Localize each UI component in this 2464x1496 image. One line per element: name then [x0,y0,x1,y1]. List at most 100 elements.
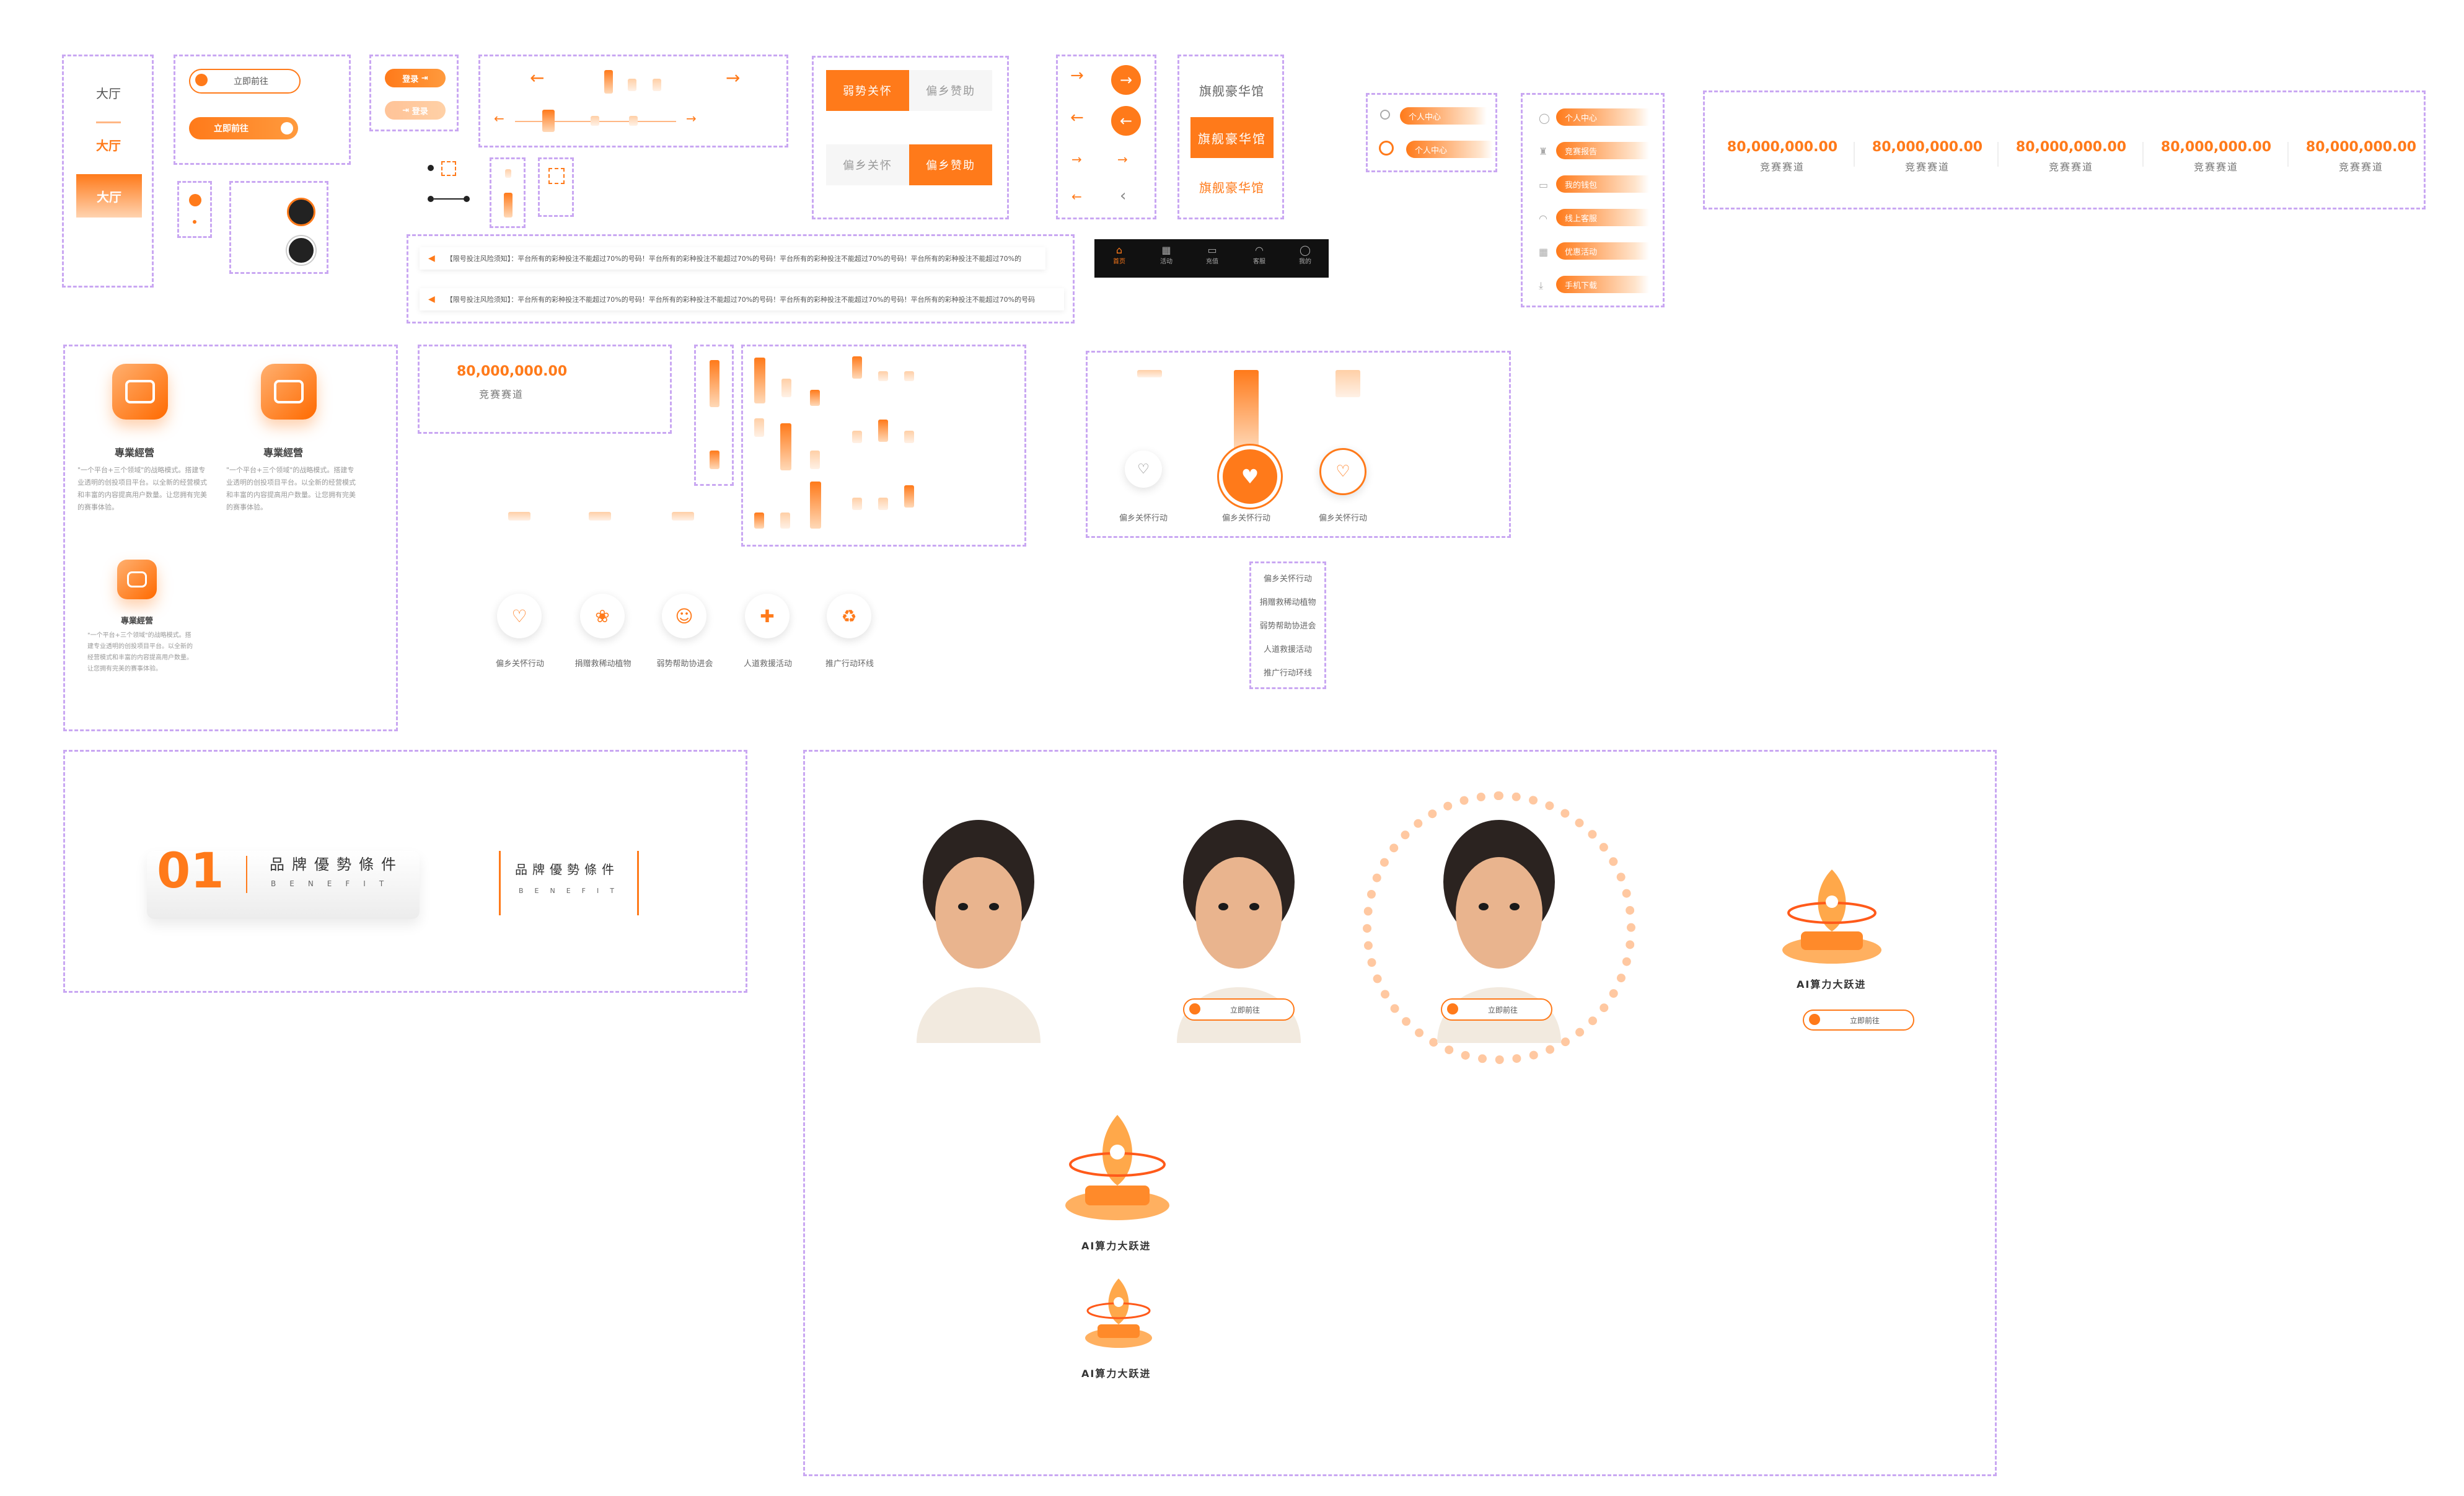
heart-icon[interactable]: ♥ [1219,446,1281,508]
tab-rural-support-active[interactable]: 偏乡赞助 [909,144,992,185]
charity-list-item[interactable]: 人道救援活动 [1251,643,1324,654]
sidebar-item-wallet[interactable]: 我的钱包 [1556,175,1649,193]
notice-bar[interactable]: ◀ 【限号投注风险须知】：平台所有的彩种投注不能超过70%的号码！平台所有的彩种… [420,288,1064,310]
arrow-right-icon[interactable] [189,194,201,206]
flagship-link[interactable]: 旗舰豪华馆 [1199,178,1264,196]
bar-mark [852,356,862,379]
expand-icon[interactable] [548,168,565,184]
arrow-right-icon[interactable]: → [726,68,740,88]
login-button[interactable]: 登录 ⇥ [385,69,446,87]
bar-mark [852,431,862,443]
small-dot [193,220,196,224]
tab-rural-support[interactable]: 偏乡赞助 [909,70,992,111]
nav-item-home[interactable]: ⌂ 首页 [1101,244,1138,265]
radio-dot[interactable] [464,196,470,202]
sidebar-item-download[interactable]: 手机下载 [1556,276,1649,293]
charity-label: 偏乡关怀行动 [1318,514,1367,523]
aid-icon[interactable]: ✚ [745,594,790,638]
sidebar-item-report[interactable]: 竞赛报告 [1556,142,1649,159]
go-now-button[interactable]: 立即前往 [1803,1010,1914,1031]
slider-handle[interactable] [542,110,555,132]
go-now-button[interactable]: 立即前往 [1183,998,1295,1021]
headset-icon: ◠ [1539,213,1547,224]
single-stat-panel: 80,000,000.00 竞赛赛道 [418,345,672,434]
hands-icon[interactable]: ☺ [662,594,706,638]
headset-icon: ◠ [1255,244,1264,256]
arrow-left-icon[interactable]: ← [494,111,504,126]
nav-item-mine[interactable]: ◯ 我的 [1287,244,1324,265]
decor-mark [672,512,694,521]
trophy-icon: ♜ [1539,146,1548,157]
arrow-right-icon[interactable]: → [686,111,697,126]
flagship-active[interactable]: 旗舰豪华馆 [1190,117,1274,158]
arrow-left-icon[interactable]: ← [1070,108,1084,127]
brand-divider [246,856,247,893]
brand-panel: 01 品牌優勢條件 BENEFIT 品牌優勢條件 BENEFIT [63,750,747,993]
arrow-right-circle-icon[interactable]: → [1111,65,1141,95]
recycle-icon[interactable]: ♻ [827,594,871,638]
sidebar-item-personal[interactable]: 个人中心 [1556,108,1649,126]
charity-list-item[interactable]: 捐赠救稀动植物 [1251,596,1324,607]
arrow-right-icon[interactable]: → [1117,152,1128,167]
flagship-title[interactable]: 旗舰豪华馆 [1199,81,1264,99]
brand-subtitle: BENEFIT [519,887,625,895]
heart-icon[interactable]: ♡ [497,594,542,638]
heart-icon[interactable]: ♡ [1319,448,1366,495]
arrow-right-icon[interactable]: → [1070,66,1084,85]
go-now-label: 立即前往 [1230,1005,1260,1014]
brand-title: 品牌優勢條件 [515,862,619,877]
charity-list-item[interactable]: 推广行动环线 [1251,666,1324,678]
sidebar-item-support[interactable]: 线上客服 [1556,209,1649,226]
nav-item-support[interactable]: ◠ 客服 [1241,244,1278,265]
go-now-button-filled[interactable]: 立即前往 [189,117,298,139]
nav-label: 客服 [1253,258,1265,265]
radio-dot[interactable] [428,196,434,202]
nav-item-deposit[interactable]: ▭ 充值 [1194,244,1231,265]
user-icon [1380,110,1390,120]
plant-icon[interactable]: ❀ [580,594,625,638]
sidebar-item-promo[interactable]: 优惠活动 [1556,242,1649,260]
notice-text: 【限号投注风险须知】：平台所有的彩种投注不能超过70%的号码！平台所有的彩种投注… [446,255,1022,263]
vbar-panel [490,157,526,228]
stat-label: 竞赛赛道 [1904,161,1950,173]
rocket-icon [1063,1102,1172,1224]
go-now-button[interactable]: 立即前往 [1441,998,1552,1021]
megaphone-icon: ◀ [428,294,435,304]
hall-label[interactable]: 大厅 [96,84,121,102]
personal-center-item-active[interactable]: 个人中心 [1406,141,1493,158]
stat-value: 80,000,000.00 [2160,139,2272,155]
bars-panel-small [694,345,734,486]
arrow-left-circle-icon[interactable]: ← [1111,106,1141,136]
card-title: 專業經營 [121,617,154,626]
radio-dot[interactable] [428,165,434,171]
notice-bar[interactable]: ◀ 【限号投注风险须知】：平台所有的彩种投注不能超过70%的号码！平台所有的彩种… [420,247,1045,270]
hall-label-hover[interactable]: 大厅 [96,136,121,154]
stat-value: 80,000,000.00 [457,364,568,379]
go-buttons-panel: 立即前往 立即前往 [174,55,351,165]
arrow-left-icon[interactable]: ← [1071,189,1082,204]
arrow-right-icon[interactable]: → [1071,152,1082,167]
charity-list-item[interactable]: 偏乡关怀行动 [1251,572,1324,584]
personal-center-item[interactable]: 个人中心 [1400,107,1487,125]
bar-mark [904,485,914,508]
charity-list-item[interactable]: 弱势帮助协进会 [1251,619,1324,631]
avatar-icon-white[interactable] [287,236,315,265]
hall-item-active[interactable]: 大厅 [76,174,142,218]
tab-rural-care[interactable]: 偏乡关怀 [826,144,909,185]
login-icon: ⇥ [402,105,410,115]
stat-label: 竞赛赛道 [2048,161,2093,173]
decor-mark [1335,370,1360,397]
expand-icon[interactable] [441,161,456,176]
bar-mark [878,420,888,442]
heart-icon[interactable]: ♡ [1125,451,1162,488]
nav-item-promo[interactable]: ▦ 活动 [1148,244,1185,265]
avatar-icon-orange[interactable] [287,198,315,226]
arrow-left-icon[interactable]: ← [530,68,544,88]
tab-weak-care[interactable]: 弱势关怀 [826,70,909,111]
go-now-button-outline[interactable]: 立即前往 [189,69,301,94]
hall-active-label: 大厅 [97,189,121,205]
ai-title: AI算力大跃进 [1081,1240,1151,1252]
bar-mark [754,513,764,529]
chevron-left-icon[interactable]: ‹ [1120,187,1126,205]
charity-row-label: 推广行动环线 [825,659,874,669]
